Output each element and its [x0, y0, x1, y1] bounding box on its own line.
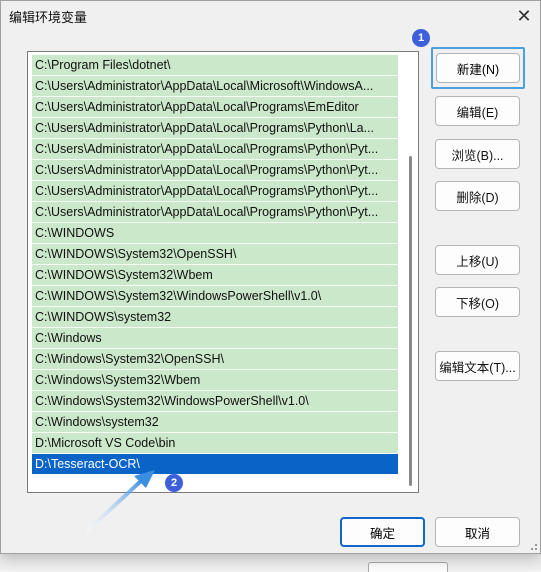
annotation-arrow — [84, 470, 155, 534]
arrow-shaft — [84, 478, 144, 534]
